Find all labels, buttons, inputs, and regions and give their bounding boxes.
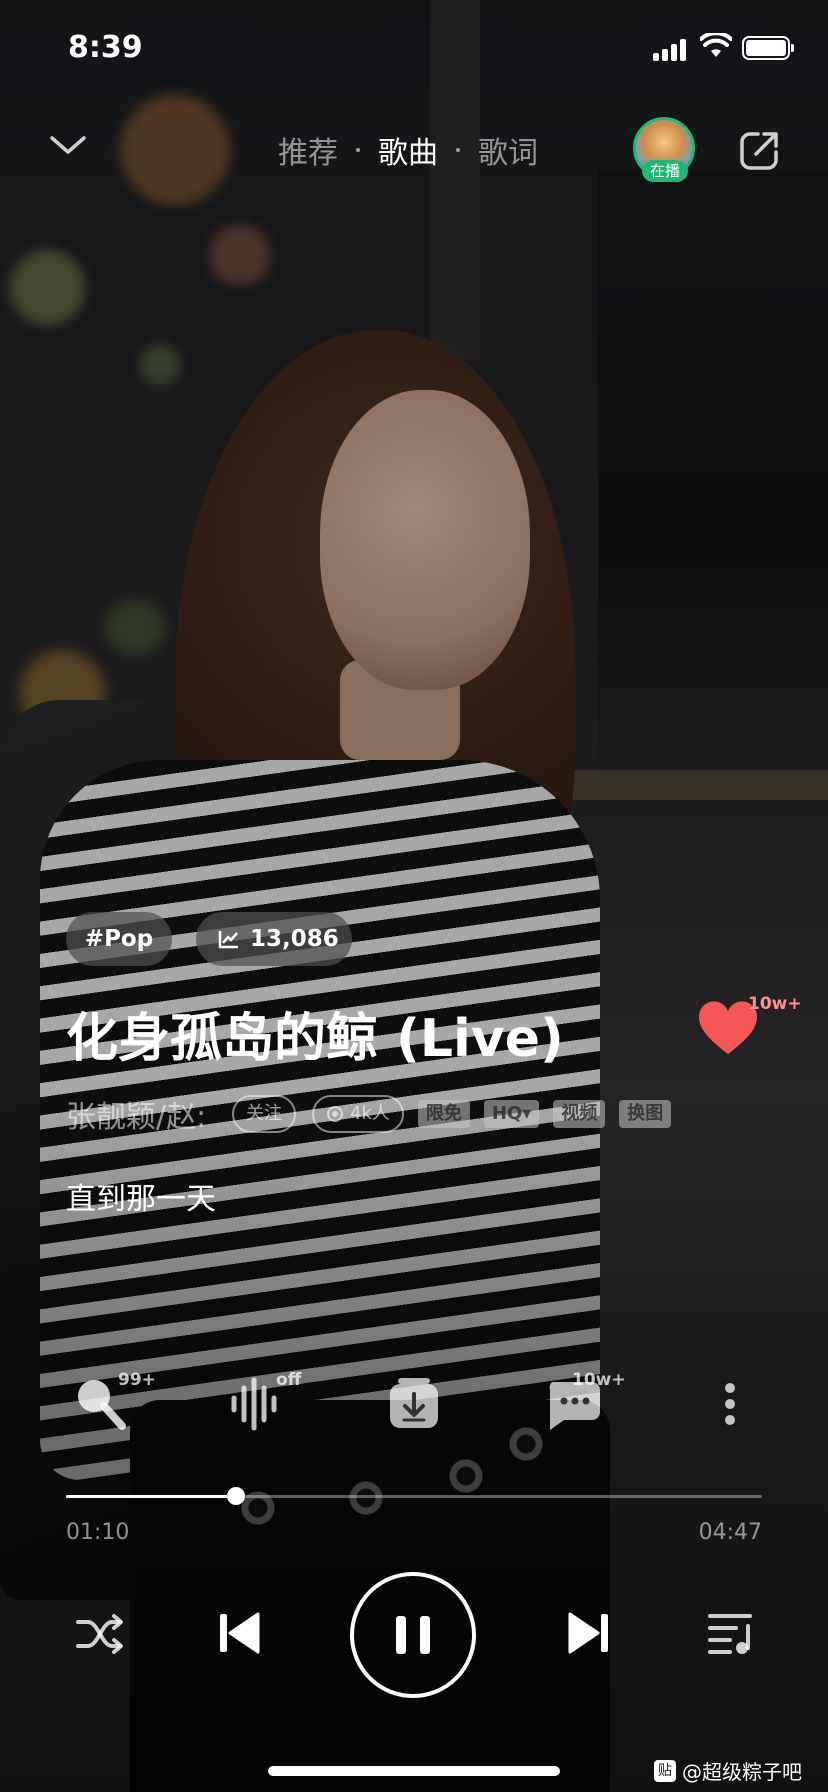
tab-separator (456, 148, 460, 152)
share-icon[interactable] (738, 128, 782, 172)
trend-up-icon (218, 931, 238, 949)
tag-change-image[interactable]: 换图 (619, 1100, 672, 1128)
tab-separator (356, 148, 360, 152)
battery-icon (742, 36, 794, 60)
tag-free[interactable]: 限免 (417, 1100, 470, 1128)
status-time: 8:39 (68, 30, 143, 65)
listeners-chip[interactable]: 4k人 (312, 1095, 404, 1133)
next-track-icon[interactable] (566, 1610, 610, 1656)
effect-state-badge: off (276, 1370, 302, 1390)
tab-recommend[interactable]: 推荐 (278, 128, 338, 172)
play-count: 13,086 (250, 926, 339, 952)
previous-track-icon[interactable] (218, 1610, 262, 1656)
header-tabs: 推荐 歌曲 歌词 (278, 128, 538, 172)
pause-icon (396, 1616, 430, 1654)
download-icon[interactable] (384, 1374, 444, 1434)
more-icon[interactable] (700, 1374, 760, 1434)
follow-button[interactable]: 关注 (232, 1095, 296, 1133)
progress-handle[interactable] (226, 1487, 245, 1505)
eye-icon (327, 1106, 343, 1122)
progress-fill (66, 1495, 236, 1498)
tag-quality[interactable]: HQ▾ (483, 1100, 540, 1128)
shuffle-icon[interactable] (74, 1612, 126, 1656)
total-time: 04:47 (698, 1520, 762, 1545)
watermark: 贴 @超级粽子吧 (654, 1756, 802, 1785)
home-indicator[interactable] (268, 1766, 560, 1776)
play-count-chip[interactable]: 13,086 (196, 912, 352, 966)
chevron-down-icon[interactable] (48, 130, 88, 160)
wifi-icon (700, 33, 732, 57)
current-lyric-line[interactable]: 直到那一天 (66, 1174, 216, 1218)
like-count: 10w+ (748, 994, 802, 1014)
current-time: 01:10 (66, 1520, 130, 1545)
listeners-count: 4k人 (350, 1103, 390, 1124)
watermark-icon: 贴 (654, 1759, 676, 1782)
comment-count-badge: 10w+ (572, 1370, 626, 1390)
status-bar: 8:39 (0, 0, 828, 100)
tag-video[interactable]: 视频 (553, 1100, 606, 1128)
cellular-signal-icon (653, 37, 691, 61)
genre-tag[interactable]: #Pop (66, 912, 172, 966)
pause-button[interactable] (350, 1572, 476, 1698)
artist-name[interactable]: 张靓颖/赵: (66, 1092, 226, 1136)
on-air-badge: 在播 (642, 160, 688, 182)
watermark-text: @超级粽子吧 (682, 1760, 802, 1784)
tab-lyrics[interactable]: 歌词 (478, 128, 538, 172)
playlist-icon[interactable] (706, 1610, 758, 1656)
progress-track[interactable] (66, 1495, 762, 1498)
tab-song[interactable]: 歌曲 (378, 128, 438, 172)
sing-count-badge: 99+ (118, 1370, 156, 1390)
song-meta-row: 张靓颖/赵: 关注 4k人 限免 HQ▾ 视频 换图 (66, 1092, 672, 1136)
song-title: 化身孤岛的鲸 (Live) (66, 1009, 564, 1069)
